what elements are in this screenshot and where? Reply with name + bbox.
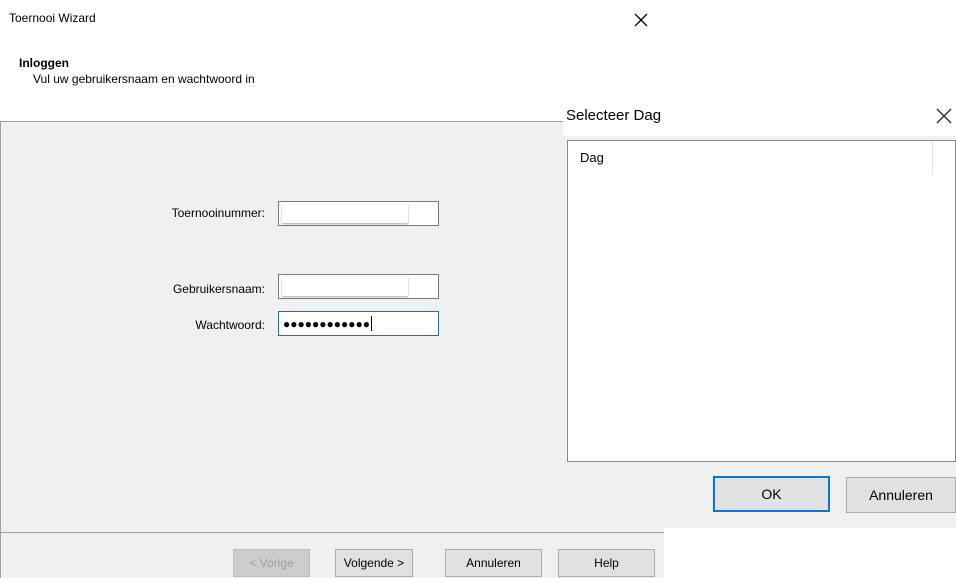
dialog-title: Selecteer Dag <box>566 107 662 124</box>
tournament-number-input[interactable] <box>278 201 439 226</box>
previous-button[interactable]: < Vorige <box>233 549 310 577</box>
page-subheading: Vul uw gebruikersnaam en wachtwoord in <box>33 72 255 86</box>
page-heading: Inloggen <box>19 56 69 70</box>
username-input[interactable] <box>278 274 439 299</box>
wizard-footer: < Vorige Volgende > Annuleren Help <box>0 532 664 578</box>
redacted-value <box>282 277 408 296</box>
username-label: Gebruikersnaam: <box>172 282 265 296</box>
redacted-value <box>282 204 408 223</box>
ok-button[interactable]: OK <box>713 476 830 512</box>
dialog-titlebar: Selecteer Dag <box>563 96 956 136</box>
close-icon[interactable] <box>630 9 652 31</box>
dialog-cancel-button[interactable]: Annuleren <box>846 477 956 513</box>
select-day-dialog: Selecteer Dag Dag OK Annuleren <box>563 96 956 528</box>
day-listview[interactable]: Dag <box>567 140 956 462</box>
help-button[interactable]: Help <box>558 549 655 577</box>
wizard-title: Toernooi Wizard <box>9 11 96 25</box>
password-value: ●●●●●●●●●●●● <box>283 316 370 331</box>
column-header-day[interactable]: Dag <box>568 141 933 174</box>
wizard-titlebar: Toernooi Wizard <box>0 0 664 38</box>
password-input[interactable]: ●●●●●●●●●●●● <box>278 311 439 336</box>
next-button[interactable]: Volgende > <box>335 549 413 577</box>
password-label: Wachtwoord: <box>195 318 265 332</box>
close-icon[interactable] <box>933 104 955 126</box>
cancel-button[interactable]: Annuleren <box>445 549 542 577</box>
tournament-number-label: Toernooinummer: <box>171 206 265 220</box>
text-caret <box>370 316 372 331</box>
